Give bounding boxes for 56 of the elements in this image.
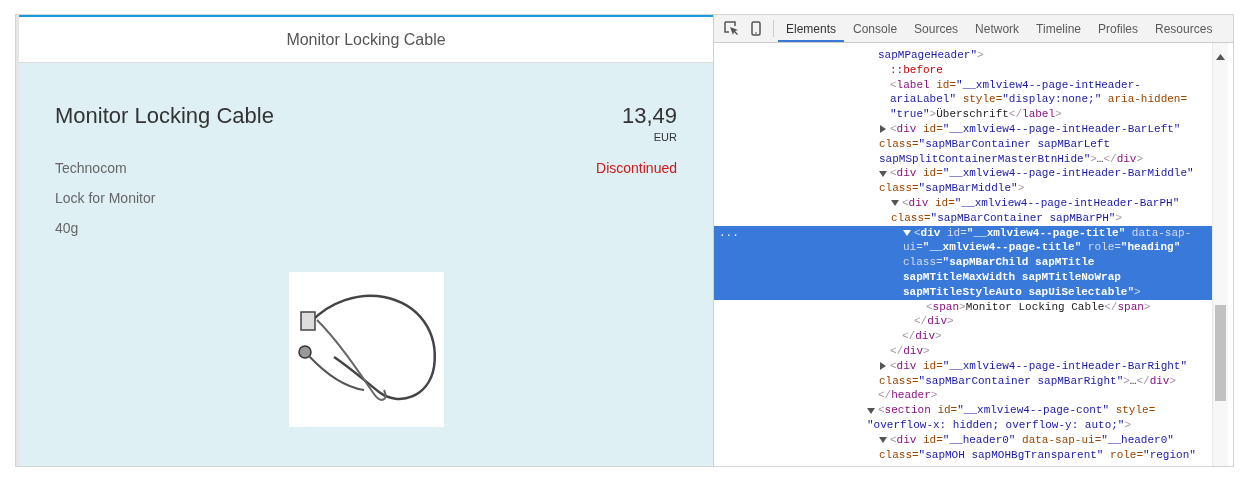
devtools-tab[interactable]: Timeline [1028, 15, 1089, 42]
object-attribute: Lock for Monitor [55, 189, 156, 208]
currency: EUR [653, 130, 677, 145]
code-line: sapMTitleStyleAuto sapUiSelectable"> [903, 284, 1141, 300]
inspect-icon[interactable] [724, 21, 739, 36]
code-line: <div id="__xmlview4--page-intHeader-BarRight" [890, 358, 1188, 374]
code-line: class="sapMOH sapMOHBgTransparent" role="region" [879, 447, 1196, 463]
code-line: sapMPageHeader"> [878, 48, 984, 63]
code-line: class="sapMBarMiddle"> [879, 181, 1025, 196]
scrollbar-thumb[interactable] [1215, 305, 1226, 401]
scroll-up-arrow-icon[interactable] [1216, 54, 1225, 60]
expanded-triangle-icon[interactable] [867, 406, 875, 415]
code-line: class="sapMBarContainer sapMBarLeft [879, 136, 1111, 152]
code-line: class="sapMBarContainer sapMBarPH"> [891, 210, 1123, 226]
collapsed-triangle-icon[interactable] [879, 125, 887, 134]
expanded-triangle-icon[interactable] [903, 228, 911, 237]
page-title: Monitor Locking Cable [286, 29, 446, 50]
devtools-tab[interactable]: Elements [778, 15, 845, 42]
object-attribute: 40g [55, 219, 79, 238]
object-attribute: Technocom [55, 159, 127, 178]
collapsed-triangle-icon[interactable] [879, 362, 887, 371]
code-line: <div id="__xmlview4--page-title" data-sap- [914, 225, 1192, 241]
object-title: Monitor Locking Cable [55, 103, 274, 129]
devtools-tab[interactable]: Sources [906, 15, 967, 42]
code-line: <label id="__xmlview4--page-intHeader- [890, 77, 1141, 93]
code-line: ariaLabel" style="display:none;" aria-hidden= [890, 92, 1188, 108]
row-menu-marker[interactable]: ... [719, 225, 739, 241]
code-line: <span>Monitor Locking Cable</span> [926, 299, 1151, 315]
object-status: Discontinued [596, 159, 677, 178]
devtools-tab[interactable]: Console [845, 15, 906, 42]
code-line: ::before [890, 62, 943, 78]
code-line: ui="__xmlview4--page-title" role="heading" [903, 240, 1181, 256]
code-line: <div id="__xmlview4--page-intHeader-BarPH" [902, 195, 1180, 211]
expanded-triangle-icon[interactable] [879, 169, 887, 178]
expanded-triangle-icon[interactable] [891, 199, 899, 208]
code-line: class="sapMBarContainer sapMBarRight">…</div> [879, 373, 1177, 389]
code-line: sapMSplitContainerMasterBtnHide">…</div> [879, 151, 1144, 167]
code-line: "overflow-x: hidden; overflow-y: auto;"> [867, 417, 1132, 433]
code-line: <div id="__header0" data-sap-ui="__header0" [890, 432, 1174, 448]
code-line: </header> [878, 388, 938, 404]
code-line: </div> [890, 343, 930, 359]
code-line: </div> [902, 329, 942, 344]
code-line: <div id="__xmlview4--page-intHeader-BarMiddle" [890, 166, 1194, 182]
devtools-tab[interactable]: Resources [1147, 15, 1221, 42]
code-line: class="sapMBarChild sapMTitle [903, 255, 1095, 270]
code-line: "true">Überschrift</label> [890, 107, 1062, 122]
code-line: <section id="__xmlview4--page-cont" style= [878, 403, 1156, 418]
price: 13,49 [621, 103, 677, 129]
devtools-tab[interactable]: Profiles [1090, 15, 1147, 42]
code-line: </div> [914, 314, 954, 330]
devtools-tab[interactable]: Network [967, 15, 1028, 42]
code-line: <div id="__xmlview4--page-intHeader-BarLeft" [890, 122, 1181, 137]
scrollbar[interactable] [1212, 43, 1228, 466]
mobile-device-icon[interactable] [751, 21, 761, 36]
code-line: sapMTitleMaxWidth sapMTitleNoWrap [903, 269, 1121, 285]
expanded-triangle-icon[interactable] [879, 436, 887, 445]
